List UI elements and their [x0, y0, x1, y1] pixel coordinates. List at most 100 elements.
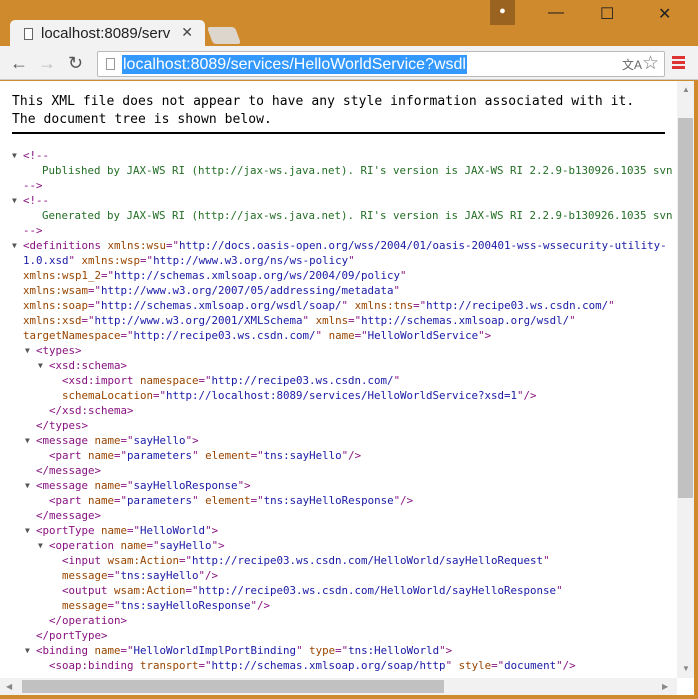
xml-line: ▼ <definitions xmlns:wsu="http://docs.oas… — [12, 238, 667, 253]
xml-line: Published by JAX-WS RI (http://jax-ws.ja… — [42, 163, 673, 178]
collapse-arrow-icon[interactable]: ▼ — [38, 358, 43, 373]
xml-tag: " — [393, 374, 401, 387]
xml-line: xmlns:wsam="http://www.w3.org/2007/05/ad… — [23, 283, 400, 298]
xml-tag: =" — [127, 524, 141, 537]
xml-line: xmlns:xsd="http://www.w3.org/2001/XMLSch… — [23, 313, 576, 328]
xml-tag: =" — [146, 539, 160, 552]
xml-tag: <xsd:import — [62, 374, 141, 387]
collapse-arrow-icon[interactable]: ▼ — [25, 478, 30, 493]
xml-line: <soap:binding transport="http://schemas.… — [49, 658, 576, 673]
xml-tag: " — [341, 299, 355, 312]
reload-icon[interactable]: ↻ — [68, 53, 83, 74]
xml-tag: =" — [81, 314, 95, 327]
xml-tag: "> — [211, 539, 225, 552]
horizontal-scroll-thumb[interactable] — [22, 680, 444, 693]
xml-tag: " — [393, 284, 401, 297]
xml-tag: "> — [185, 434, 199, 447]
xml-tag: "> — [478, 329, 492, 342]
xml-tag: =" — [198, 659, 212, 672]
scroll-left-icon[interactable]: ◀ — [6, 682, 12, 691]
xml-tag: " — [445, 659, 459, 672]
xml-attr-name: xmlns:wsp1_2 — [23, 269, 102, 282]
xml-line: ▼ <binding name="HelloWorldImplPortBindin… — [25, 643, 453, 658]
xml-tag: <binding — [36, 644, 95, 657]
xml-attr-name: xmlns:wsp — [81, 254, 141, 267]
xml-tag: <definitions — [23, 239, 108, 252]
toolbar: ← → ↻ localhost:8089/services/HelloWorld… — [0, 46, 698, 80]
back-icon[interactable]: ← — [10, 53, 28, 74]
tab-title: localhost:8089/serv — [41, 25, 171, 42]
xml-tag: =" — [120, 329, 134, 342]
xml-attr-value: document — [504, 659, 557, 672]
maximize-button[interactable]: ☐ — [600, 4, 614, 24]
vertical-scroll-thumb[interactable] — [678, 118, 693, 498]
xml-line: ▼ <message name="sayHello"> — [25, 433, 199, 448]
collapse-arrow-icon[interactable]: ▼ — [12, 193, 17, 208]
collapse-arrow-icon[interactable]: ▼ — [25, 643, 30, 658]
collapse-arrow-icon[interactable]: ▼ — [25, 523, 30, 538]
collapse-arrow-icon[interactable]: ▼ — [38, 538, 43, 553]
profile-icon[interactable]: ● — [490, 0, 515, 25]
xml-tag: =" — [166, 239, 180, 252]
xml-attr-name: xmlns:xsd — [23, 314, 82, 327]
xml-line: schemaLocation="http://localhost:8089/se… — [62, 388, 537, 403]
xml-tag: =" — [114, 494, 128, 507]
xml-attr-value: http://www.w3.org/2007/05/addressing/met… — [101, 284, 394, 297]
xml-tag: <types> — [36, 344, 82, 357]
xml-attr-value: http://schemas.xmlsoap.org/soap/http — [211, 659, 446, 672]
xml-line: <output wsam:Action="http://recipe03.ws.… — [62, 583, 563, 598]
collapse-arrow-icon[interactable]: ▼ — [25, 433, 30, 448]
xml-attr-value: http://recipe03.ws.csdn.com/ — [211, 374, 394, 387]
xml-attr-name: message — [62, 599, 108, 612]
url-text[interactable]: localhost:8089/services/HelloWorldServic… — [122, 55, 467, 74]
xml-attr-value: http://docs.oasis-open.org/wss/2004/01/o… — [179, 239, 667, 252]
xml-attr-name: name — [88, 449, 115, 462]
xml-tag: <!-- — [23, 194, 50, 207]
xml-tag: "/> — [341, 449, 362, 462]
xml-line: --> — [23, 178, 43, 193]
xml-tag: =" — [354, 329, 368, 342]
xml-comment: Published by JAX-WS RI (http://jax-ws.ja… — [42, 164, 673, 177]
xml-attr-value: http://recipe03.ws.csdn.com/ — [133, 329, 316, 342]
xml-tag: "> — [439, 644, 453, 657]
xml-attr-value: tns:sayHelloResponse — [263, 494, 394, 507]
close-button[interactable]: ✕ — [658, 4, 671, 24]
menu-icon[interactable] — [672, 56, 685, 71]
xml-attr-name: name — [88, 494, 115, 507]
bookmark-star-icon[interactable]: ☆ — [642, 52, 659, 75]
horizontal-scrollbar[interactable]: ◀ ▶ — [0, 678, 677, 695]
xml-attr-value: http://schemas.xmlsoap.org/wsdl/soap/ — [101, 299, 342, 312]
xml-tag: =" — [114, 449, 128, 462]
new-tab-button[interactable] — [206, 27, 242, 44]
xml-tag: " — [569, 314, 576, 327]
scroll-right-icon[interactable]: ▶ — [662, 682, 668, 691]
xml-tag: =" — [120, 434, 134, 447]
scroll-down-icon[interactable]: ▼ — [682, 664, 690, 673]
vertical-scrollbar[interactable]: ▲ ▼ — [677, 81, 694, 678]
xml-attr-value: sayHelloResponse — [133, 479, 238, 492]
tab-close-icon[interactable]: ✕ — [181, 24, 193, 41]
xml-attr-value: sayHello — [159, 539, 212, 552]
scroll-up-icon[interactable]: ▲ — [682, 85, 690, 94]
tab-active[interactable]: localhost:8089/serv ✕ — [10, 20, 205, 47]
xml-line: ▼ <types> — [25, 343, 82, 358]
xml-tag: <soap:binding — [49, 659, 141, 672]
page-icon — [24, 27, 33, 40]
xml-line: ▼ <portType name="HelloWorld"> — [25, 523, 218, 538]
xml-tag: =" — [491, 659, 505, 672]
address-bar[interactable]: localhost:8089/services/HelloWorldServic… — [97, 51, 665, 77]
translate-icon[interactable]: 文A — [622, 56, 642, 73]
xml-comment: Generated by JAX-WS RI (http://jax-ws.ja… — [42, 209, 673, 222]
minimize-button[interactable]: — — [548, 4, 564, 22]
xml-tag: =" — [120, 479, 134, 492]
collapse-arrow-icon[interactable]: ▼ — [25, 343, 30, 358]
xml-line: message="tns:sayHello"/> — [62, 568, 218, 583]
xml-attr-value: http://recipe03.ws.csdn.com/HelloWorld/s… — [198, 584, 557, 597]
forward-icon[interactable]: → — [38, 53, 56, 74]
xml-tag: " — [315, 329, 329, 342]
collapse-arrow-icon[interactable]: ▼ — [12, 238, 17, 253]
xml-tag: " — [192, 449, 206, 462]
collapse-arrow-icon[interactable]: ▼ — [12, 148, 17, 163]
xml-attr-value: HelloWorldService — [367, 329, 479, 342]
page-icon — [106, 58, 115, 70]
